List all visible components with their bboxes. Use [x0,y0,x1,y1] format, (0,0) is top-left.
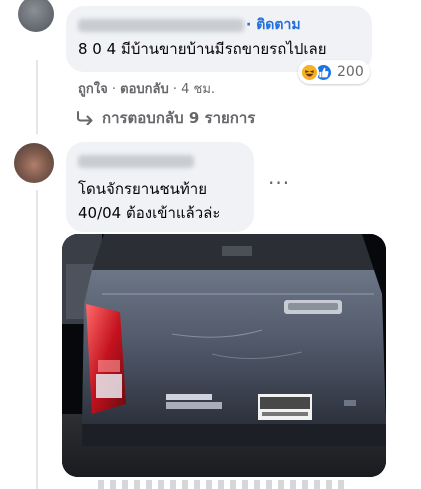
more-options-icon[interactable]: ··· [268,173,290,193]
view-replies-link[interactable]: การตอบกลับ 9 รายการ [76,106,255,130]
avatar[interactable] [18,0,54,32]
reply-arrow-icon [77,111,93,125]
comment-text-line: โดนจักรยานชนท้าย [78,180,207,198]
thread-line [36,60,38,134]
commenter-name[interactable] [78,19,244,32]
follow-link[interactable]: · ติดตาม [246,14,301,36]
separator: · [172,82,182,97]
avatar[interactable] [14,143,54,183]
like-action[interactable]: ถูกใจ [78,82,108,97]
separator: · [111,82,121,97]
view-replies-label: การตอบกลับ 9 รายการ [102,109,256,127]
thread-line [36,190,38,489]
reaction-count: 200 [337,64,364,80]
next-comment-text [98,480,348,489]
commenter-name[interactable] [78,155,194,168]
reply-action[interactable]: ตอบกลับ [120,82,169,97]
haha-icon [300,62,319,82]
comment-photo[interactable] [62,234,386,477]
comment-actions: ถูกใจ · ตอบกลับ · 4 ชม. [78,78,215,99]
truck-photo [62,234,386,477]
comment-timestamp[interactable]: 4 ชม. [181,82,215,97]
comment-text: 8 0 4 มีบ้านขายบ้านมีรถขายรถไปเลย [78,40,327,58]
comment-text-line: 40/04 ต้องเข้าแล้วล่ะ [78,204,221,222]
reaction-summary[interactable]: 200 [298,60,370,84]
